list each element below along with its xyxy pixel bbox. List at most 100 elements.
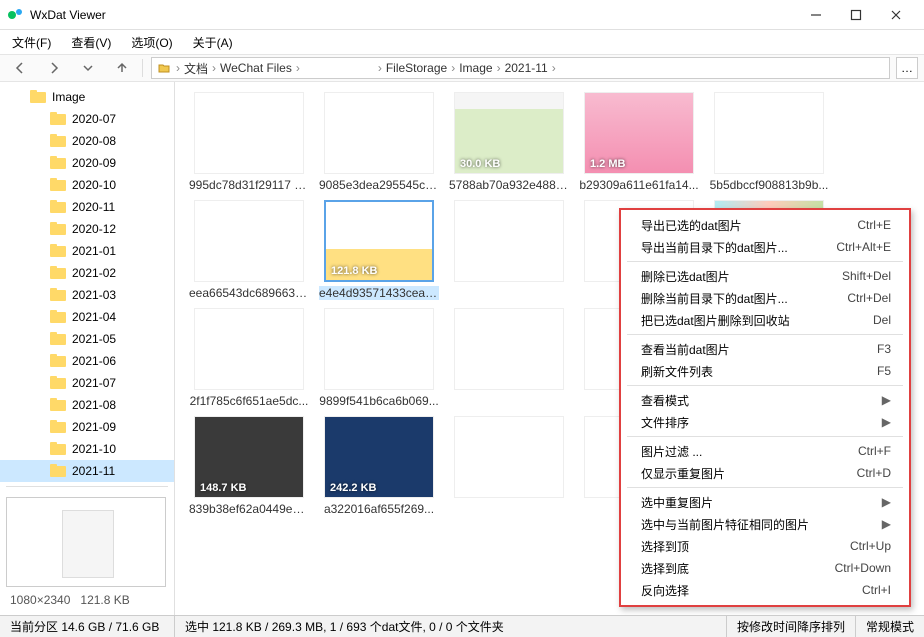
context-menu-item[interactable]: 导出当前目录下的dat图片...Ctrl+Alt+E [621,236,909,258]
tree-folder[interactable]: 2020-07 [0,108,174,130]
file-name: a322016af655f269... [319,502,439,516]
thumbnail-item[interactable]: 242.2 KB a322016af655f269... [319,416,439,516]
tree-folder[interactable]: 2020-09 [0,152,174,174]
breadcrumb-overflow-button[interactable]: … [896,57,918,79]
context-menu-item[interactable]: 反向选择Ctrl+I [621,579,909,601]
breadcrumb-item[interactable]: Image [459,61,492,75]
tree-folder[interactable]: 2021-08 [0,394,174,416]
file-name: 5788ab70a932e488e... [449,178,569,192]
thumbnail-item[interactable]: 2f1f785c6f651ae5dc... [189,308,309,408]
context-menu-item[interactable]: 选中与当前图片特征相同的图片▶ [621,513,909,535]
minimize-button[interactable] [796,0,836,30]
chevron-right-icon: › [176,61,180,75]
thumbnail-item[interactable] [449,308,569,408]
nav-forward-button[interactable] [38,56,70,80]
file-name: 9085e3dea295545ce... [319,178,439,192]
context-menu-item[interactable]: 删除当前目录下的dat图片...Ctrl+Del [621,287,909,309]
folder-label: 2020-10 [72,178,116,192]
maximize-button[interactable] [836,0,876,30]
sidebar: Image2020-072020-082020-09 2020-10 2020-11… [0,82,175,615]
tree-folder[interactable]: 2020-08 [0,130,174,152]
app-logo-icon [8,7,24,23]
context-menu-item[interactable]: 导出已选的dat图片Ctrl+E [621,214,909,236]
tree-folder[interactable]: 2021-09 [0,416,174,438]
tree-folder[interactable]: 2021-03 [0,284,174,306]
separator [142,59,143,77]
breadcrumb-item[interactable]: FileStorage [386,61,447,75]
thumbnail-item[interactable] [449,200,569,300]
folder-icon [50,376,66,390]
thumbnail-item[interactable]: 30.0 KB5788ab70a932e488e... [449,92,569,192]
thumbnail-item[interactable]: 148.7 KB839b38ef62a0449e4... [189,416,309,516]
nav-dropdown-button[interactable] [72,56,104,80]
folder-label: 2020-11 [72,200,115,214]
context-menu-item[interactable]: 文件排序▶ [621,411,909,433]
breadcrumb-item[interactable]: 2021-11 [505,61,548,75]
chevron-right-icon: ▶ [882,393,891,407]
thumbnail-image [454,200,564,282]
nav-back-button[interactable] [4,56,36,80]
thumbnail-item[interactable] [449,416,569,516]
context-menu-item[interactable]: 选中重复图片▶ [621,491,909,513]
folder-label: 2021-02 [72,266,116,280]
menu-file[interactable]: 文件(F) [4,32,59,53]
thumbnail-item[interactable]: eea66543dc6896637... [189,200,309,300]
status-sort[interactable]: 按修改时间降序排列 [727,616,856,637]
thumbnail-image: 242.2 KB [324,416,434,498]
tree-folder[interactable]: 2021-02 [0,262,174,284]
breadcrumb[interactable]: › 文档 › WeChat Files › › FileStorage › Im… [151,57,890,79]
thumbnail-item[interactable]: 1.2 MBb29309a611e61fa14... [579,92,699,192]
thumbnail-item[interactable]: 995dc78d31f29117 9... [189,92,309,192]
thumbnail-item[interactable]: 121.8 KBe4e4d93571433cea25e656af4a1908.d… [319,200,439,300]
tree-root[interactable]: Image [0,86,174,108]
folder-icon [50,354,66,368]
tree-folder[interactable]: 2021-11 [0,460,174,482]
breadcrumb-item[interactable]: 文档 [184,60,208,77]
folder-icon [50,332,66,346]
context-menu-item[interactable]: 把已选dat图片删除到回收站Del [621,309,909,331]
context-menu-item[interactable]: 仅显示重复图片Ctrl+D [621,462,909,484]
menu-about[interactable]: 关于(A) [185,32,241,53]
context-menu[interactable]: 导出已选的dat图片Ctrl+E导出当前目录下的dat图片...Ctrl+Alt… [619,208,911,607]
thumbnail-item[interactable]: 5b5dbccf908813b9b... [709,92,829,192]
thumbnail-item[interactable]: 9085e3dea295545ce... [319,92,439,192]
context-menu-item[interactable]: 查看模式▶ [621,389,909,411]
menu-item-shortcut: Ctrl+Alt+E [836,240,891,254]
tree-folder[interactable]: 2021-05 [0,328,174,350]
context-menu-item[interactable]: 查看当前dat图片F3 [621,338,909,360]
window-title: WxDat Viewer [30,8,106,22]
folder-icon [50,222,66,236]
tree-folder[interactable]: 2021-10 [0,438,174,460]
menu-item-label: 导出已选的dat图片 [641,217,857,234]
file-name: 995dc78d31f29117 9... [189,178,309,192]
tree-folder[interactable]: 2020-10 [0,174,174,196]
breadcrumb-item[interactable]: WeChat Files [220,61,292,75]
context-menu-item[interactable]: 选择到底Ctrl+Down [621,557,909,579]
tree-folder[interactable]: 2020-12 [0,218,174,240]
thumbnail-item[interactable]: 9899f541b6ca6b069... [319,308,439,408]
folder-tree[interactable]: Image2020-072020-082020-09 2020-10 2020-11… [0,82,174,491]
menu-view[interactable]: 查看(V) [63,32,119,53]
tree-folder[interactable]: 2021-04 [0,306,174,328]
close-button[interactable] [876,0,916,30]
menu-item-label: 仅显示重复图片 [641,465,857,482]
tree-folder[interactable]: 2021-07 [0,372,174,394]
tree-folder[interactable]: 2020-11 [0,196,174,218]
menu-options[interactable]: 选项(O) [123,32,180,53]
tree-folder[interactable]: 2021-06 [0,350,174,372]
context-menu-item[interactable]: 选择到顶Ctrl+Up [621,535,909,557]
context-menu-item[interactable]: 刷新文件列表F5 [621,360,909,382]
folder-label: 2021-08 [72,398,116,412]
menu-item-shortcut: Shift+Del [842,269,891,283]
context-menu-item[interactable]: 图片过滤 ...Ctrl+F [621,440,909,462]
menu-separator [627,334,903,335]
main: Image2020-072020-082020-09 2020-10 2020-11… [0,82,924,615]
status-mode[interactable]: 常规模式 [856,616,924,637]
folder-icon [50,112,66,126]
context-menu-item[interactable]: 删除已选dat图片Shift+Del [621,265,909,287]
nav-up-button[interactable] [106,56,138,80]
thumbnail-image: 148.7 KB [194,416,304,498]
tree-folder[interactable]: 2021-01 [0,240,174,262]
preview-size: 121.8 KB [80,593,129,607]
menu-separator [627,385,903,386]
